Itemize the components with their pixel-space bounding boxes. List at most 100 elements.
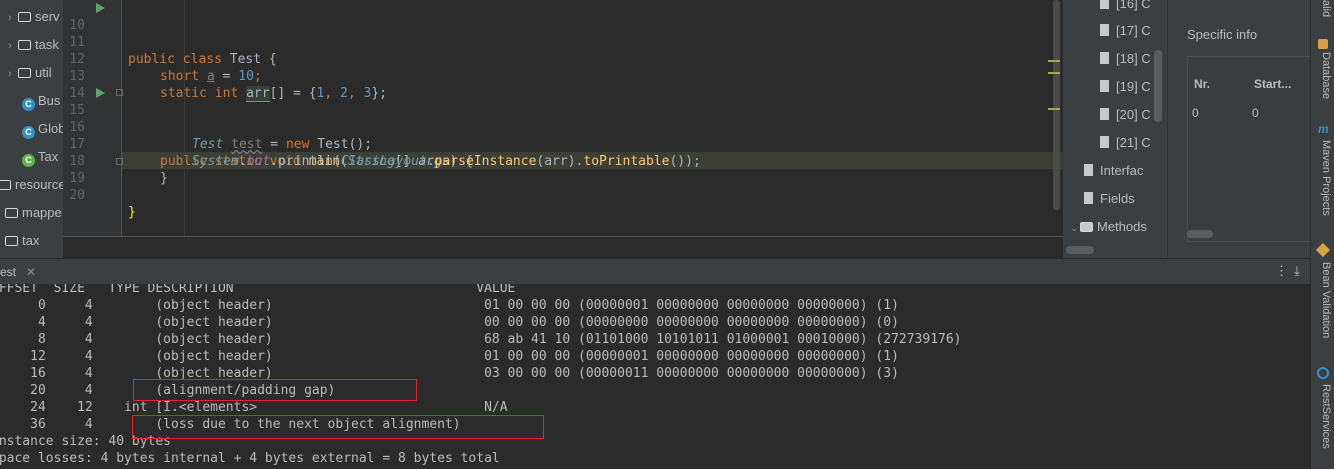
column-header-start[interactable]: Start...	[1254, 77, 1291, 91]
folder-icon	[18, 12, 31, 22]
tree-item-label: util	[35, 65, 52, 80]
file-icon	[1100, 0, 1109, 9]
console-line: 8 4 (object header) 68 ab 41 10 (0110100…	[0, 332, 962, 347]
tree-item-label: Bus	[38, 93, 61, 108]
code-line-20: 20	[63, 170, 1063, 203]
warning-marker[interactable]	[1048, 60, 1060, 62]
chevron-right-icon: ›	[8, 12, 12, 24]
console-output[interactable]: OFFSET SIZE TYPE DESCRIPTION VALUE 0 4 (…	[0, 284, 1310, 469]
tree-item-mappe[interactable]: mappe	[5, 199, 62, 227]
tree-item-task[interactable]: › task	[8, 31, 59, 59]
code-line-15: 15 public static void main(String[] args…	[63, 85, 1063, 169]
fold-icon[interactable]	[116, 158, 123, 165]
code-token: }	[128, 205, 136, 220]
structure-item[interactable]: [19] C	[1100, 73, 1151, 101]
line-number: 20	[69, 188, 85, 203]
tree-item-label: Tax	[38, 149, 59, 164]
tree-item-tax[interactable]: C Tax	[22, 143, 58, 171]
close-icon[interactable]: ✕	[26, 265, 36, 279]
specific-info-title: Specific info	[1187, 27, 1258, 42]
console-line: 24 12 int [I.<elements> N/A	[0, 400, 508, 415]
tree-item-label: tax	[22, 233, 40, 248]
tab-database[interactable]: Database	[1316, 52, 1332, 99]
file-icon	[1100, 80, 1109, 92]
code-line-11: 11	[63, 17, 1063, 50]
tree-item-serv[interactable]: › serv	[8, 3, 60, 31]
code-line-19: 19 }	[63, 153, 1063, 220]
structure-item-interfaces[interactable]: Interfac	[1084, 157, 1143, 185]
console-line: 4 4 (object header) 00 00 00 00 (0000000…	[0, 315, 899, 330]
editor-vertical-scrollbar[interactable]	[1053, 0, 1060, 210]
runnable-class-icon: C	[22, 154, 35, 167]
run-icon[interactable]	[96, 88, 105, 98]
bean-validation-icon	[1315, 242, 1331, 258]
structure-scrollbar[interactable]	[1154, 50, 1162, 122]
structure-item[interactable]: [20] C	[1100, 101, 1151, 129]
highlight-box-padding-gap	[133, 379, 417, 401]
structure-item-label: Methods	[1097, 219, 1147, 234]
table-cell: 0	[1252, 106, 1259, 120]
tree-item-resources[interactable]: resources	[0, 171, 63, 199]
scroll-to-end-icon[interactable]: ⤓	[1294, 263, 1300, 279]
right-tool-strip: alid Database m Maven Projects Bean Vali…	[1310, 0, 1334, 469]
tree-item-label: serv	[35, 9, 60, 24]
specific-info-panel: Specific info Nr. Start... 0 0	[1167, 0, 1311, 258]
tree-item-label: resources	[15, 177, 63, 192]
structure-item[interactable]: [16] C	[1100, 0, 1151, 18]
editor-horizontal-scrollbar[interactable]	[63, 236, 1063, 258]
tab-bean-validation[interactable]: Bean Validation	[1316, 262, 1332, 338]
chevron-right-icon: ›	[8, 68, 12, 80]
structure-item[interactable]: [18] C	[1100, 45, 1151, 73]
more-options-icon[interactable]: ⋮	[1275, 263, 1288, 279]
rest-services-icon	[1317, 367, 1329, 379]
console-header: est ✕ ⋮ ⤓	[0, 258, 1310, 284]
code-line-16: 16 Test test = new Test();	[63, 102, 1063, 152]
warning-marker[interactable]	[1048, 72, 1060, 74]
file-icon	[1100, 136, 1109, 148]
code-line-14: 14	[63, 68, 1063, 101]
console-tab-label: est	[0, 265, 17, 279]
tree-item-util[interactable]: › util	[8, 59, 52, 87]
tree-item-tax-folder[interactable]: tax	[5, 227, 39, 255]
structure-item-label: [21] C	[1116, 135, 1151, 150]
structure-item[interactable]: [21] C	[1100, 129, 1151, 157]
folder-icon	[0, 180, 11, 190]
structure-item-methods[interactable]: ⌄ Methods	[1070, 213, 1147, 241]
console-line: 12 4 (object header) 01 00 00 00 (000000…	[0, 349, 899, 364]
console-line: 0 4 (object header) 01 00 00 00 (0000000…	[0, 298, 899, 313]
structure-item-label: [20] C	[1116, 107, 1151, 122]
structure-item-fields[interactable]: Fields	[1084, 185, 1135, 213]
structure-item-label: [16] C	[1116, 0, 1151, 11]
run-icon[interactable]	[96, 3, 105, 13]
tree-item-glob[interactable]: C Glob	[22, 115, 63, 143]
project-tree: › serv › task › util C Bus C Glob C Tax resour…	[0, 0, 63, 258]
structure-horizontal-scrollbar[interactable]	[1066, 246, 1094, 254]
chevron-down-icon: ⌄	[1070, 223, 1079, 234]
code-editor[interactable]: 10 public class Test { 11 12 short a = 1…	[63, 0, 1063, 236]
console-line: Space losses: 4 bytes internal + 4 bytes…	[0, 451, 500, 466]
structure-item-label: Interfac	[1100, 163, 1144, 178]
file-icon	[1100, 108, 1109, 120]
folder-icon	[5, 208, 18, 218]
file-icon	[1100, 24, 1109, 36]
tree-item-label: task	[35, 37, 59, 52]
code-line-18: 18 }	[63, 136, 1063, 186]
tab-console-test[interactable]: est ✕	[0, 259, 36, 285]
specific-info-scrollbar[interactable]	[1187, 230, 1213, 238]
folder-icon	[5, 236, 18, 246]
tree-item-label: mappe	[22, 205, 62, 220]
file-icon	[1084, 192, 1093, 204]
structure-item-label: [18] C	[1116, 51, 1151, 66]
warning-marker[interactable]	[1048, 108, 1060, 110]
code-line-10: 10 public class Test {	[63, 0, 1063, 67]
tab-maven-projects[interactable]: Maven Projects	[1316, 140, 1332, 216]
fold-icon[interactable]	[116, 89, 123, 96]
column-header-nr[interactable]: Nr.	[1194, 77, 1210, 91]
file-icon	[1100, 52, 1109, 64]
tab-validation[interactable]: alid	[1316, 0, 1332, 17]
tab-rest-services[interactable]: RestServices	[1316, 384, 1332, 449]
console-line: OFFSET SIZE TYPE DESCRIPTION VALUE	[0, 284, 516, 296]
tree-item-bus[interactable]: C Bus	[22, 87, 60, 115]
file-icon	[1084, 164, 1093, 176]
structure-item[interactable]: [17] C	[1100, 17, 1151, 45]
